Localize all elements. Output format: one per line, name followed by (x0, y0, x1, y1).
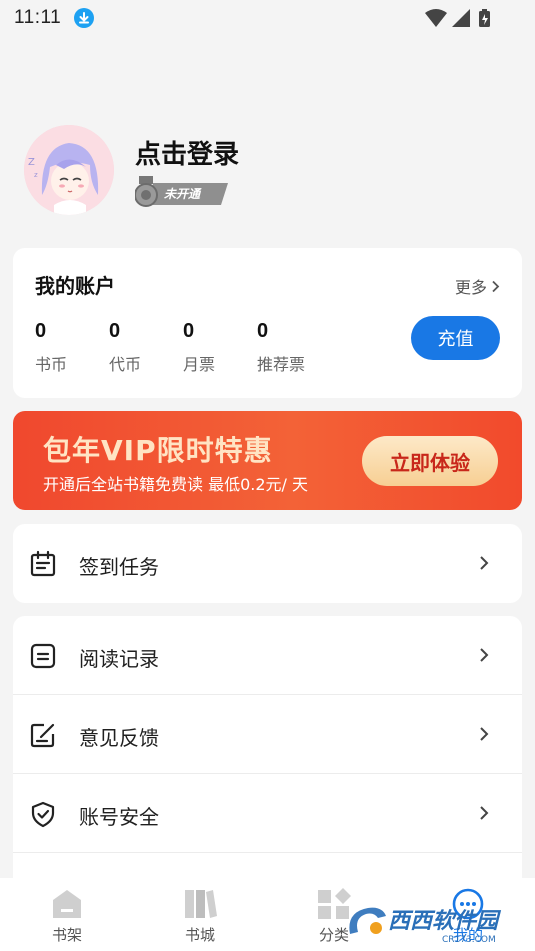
nav-label: 书城 (184, 926, 215, 944)
stat-value: 0 (109, 320, 121, 342)
menu-item-history[interactable]: 阅读记录 (13, 616, 522, 695)
vip-title: 包年VIP限时特惠 (43, 434, 273, 467)
menu-card-tasks: 签到任务 (13, 524, 522, 603)
vip-subtitle: 开通后全站书籍免费读 最低0.2元/ 天 (43, 475, 309, 494)
nav-bookstore[interactable]: 书城 (160, 878, 240, 951)
avatar[interactable]: Z z (24, 125, 114, 215)
shield-icon (29, 800, 57, 828)
status-bar: 11:11 (0, 0, 535, 36)
stat-value: 0 (183, 320, 195, 342)
more-label: 更多 (454, 278, 487, 297)
wifi-icon (425, 9, 447, 27)
svg-text:z: z (34, 171, 38, 179)
menu-label: 意见反馈 (79, 726, 159, 750)
stat-tokens[interactable]: 0 代币 (109, 320, 141, 375)
menu-label: 阅读记录 (79, 647, 159, 671)
watermark: 西西软件园 CR173.COM (342, 898, 522, 946)
level-badge-text: 未开通 (164, 187, 201, 201)
account-card: 我的账户 更多 0 书币 0 代币 0 月票 0 推荐票 充值 (13, 248, 522, 398)
menu-item-checkin[interactable]: 签到任务 (13, 524, 522, 603)
medal-icon (134, 176, 158, 207)
stat-value: 0 (257, 320, 269, 342)
vip-try-button[interactable]: 立即体验 (362, 436, 498, 486)
chevron-right-icon (478, 554, 490, 572)
account-title: 我的账户 (35, 274, 115, 298)
nav-label: 书架 (51, 926, 82, 944)
edit-icon (29, 721, 57, 749)
nav-bookshelf[interactable]: 书架 (27, 878, 107, 951)
svg-text:Z: Z (28, 157, 35, 168)
svg-text:CR173.COM: CR173.COM (442, 935, 496, 945)
download-icon (74, 8, 94, 28)
stat-label: 代币 (109, 355, 142, 374)
status-time: 11:11 (14, 7, 62, 28)
svg-text:西西软件园: 西西软件园 (388, 909, 502, 934)
stat-monthly-tickets[interactable]: 0 月票 (183, 320, 215, 375)
menu-item-security[interactable]: 账号安全 (13, 774, 522, 853)
stat-value: 0 (35, 320, 47, 342)
divider (13, 852, 522, 853)
stat-label: 月票 (183, 355, 216, 374)
login-link[interactable]: 点击登录 (135, 134, 239, 171)
document-icon (29, 642, 57, 670)
stat-label: 推荐票 (257, 355, 306, 374)
bookshelf-icon (49, 886, 85, 922)
battery-icon (479, 9, 490, 27)
menu-label: 签到任务 (79, 555, 159, 579)
stat-label: 书币 (35, 355, 68, 374)
chevron-right-icon (478, 725, 490, 743)
menu-label: 账号安全 (79, 805, 159, 829)
menu-item-feedback[interactable]: 意见反馈 (13, 695, 522, 774)
books-icon (182, 886, 218, 922)
status-icons (425, 9, 495, 33)
stat-book-coins[interactable]: 0 书币 (35, 320, 67, 375)
more-link[interactable]: 更多 (455, 274, 500, 298)
calendar-icon (29, 550, 57, 578)
signal-icon (452, 9, 470, 27)
recharge-button[interactable]: 充值 (411, 316, 500, 360)
chevron-right-icon (478, 646, 490, 664)
menu-card-settings: 阅读记录 意见反馈 账号安全 (13, 616, 522, 878)
chevron-right-icon (478, 804, 490, 822)
stat-recommend-tickets[interactable]: 0 推荐票 (257, 320, 305, 375)
chevron-right-icon (491, 278, 500, 297)
vip-banner[interactable]: 包年VIP限时特惠 开通后全站书籍免费读 最低0.2元/ 天 立即体验 (13, 411, 522, 510)
